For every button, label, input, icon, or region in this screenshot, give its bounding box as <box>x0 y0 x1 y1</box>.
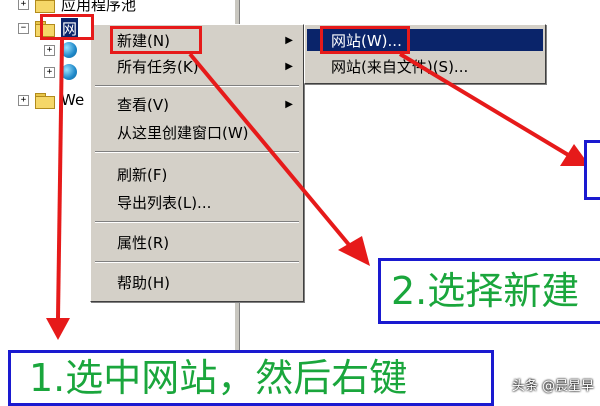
callout-text: 2.选择新建 <box>391 269 580 313</box>
callout-text: 1.选中网站，然后右键 <box>29 356 408 400</box>
arrow-head-icon <box>338 236 370 266</box>
arrow-step1 <box>56 39 64 319</box>
annotation-arrows <box>46 39 590 340</box>
callout-step1: 1.选中网站，然后右键 <box>8 350 494 406</box>
arrow-step2 <box>188 52 352 248</box>
arrow-head-icon <box>46 318 70 340</box>
callout-step3 <box>584 140 600 200</box>
watermark: 头条 @晨星早 <box>511 379 594 394</box>
callout-step2: 2.选择新建 <box>378 258 600 324</box>
arrow-step3 <box>398 52 572 158</box>
